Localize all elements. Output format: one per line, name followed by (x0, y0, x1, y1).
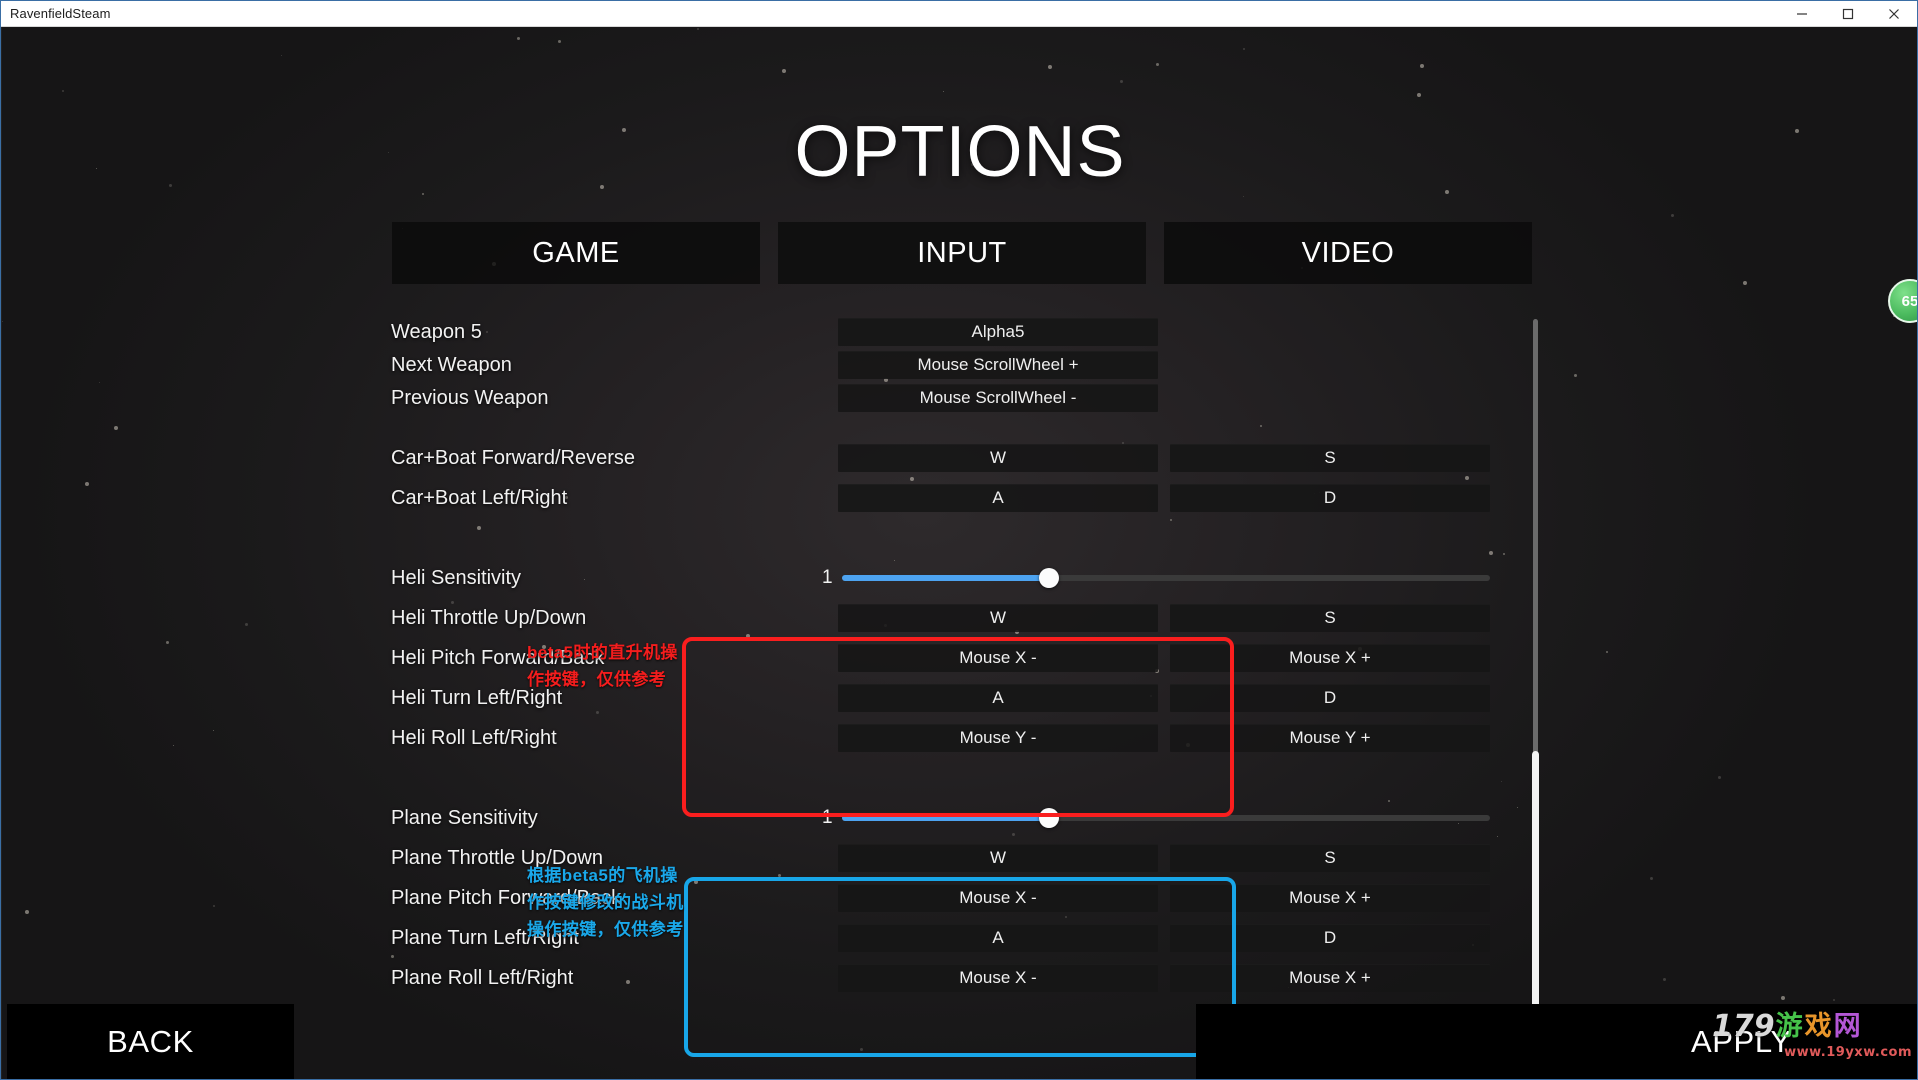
option-row: Plane Sensitivity 1 (2, 803, 1917, 833)
option-label: Heli Sensitivity (391, 567, 522, 589)
option-row: Plane Throttle Up/Down W S (2, 843, 1917, 873)
dust-speck (1243, 48, 1245, 50)
key-binding-secondary[interactable]: S (1170, 444, 1490, 472)
option-row: Heli Throttle Up/Down W S (2, 603, 1917, 633)
key-binding-primary[interactable]: A (838, 484, 1158, 512)
plane-annotation-text: 根据beta5的飞机操 作按键修改的战斗机 操作按键，仅供参考 (527, 866, 684, 939)
dust-speck (281, 55, 282, 56)
option-row: Heli Sensitivity 1 (2, 563, 1917, 593)
tab-label: GAME (532, 236, 620, 269)
key-binding-secondary[interactable]: S (1170, 844, 1490, 872)
key-binding-primary[interactable]: A (838, 684, 1158, 712)
dust-speck (62, 90, 64, 92)
key-binding-secondary[interactable]: D (1170, 484, 1490, 512)
option-label: Car+Boat Left/Right (391, 487, 568, 509)
option-label: Previous Weapon (391, 387, 549, 409)
tab-video[interactable]: VIDEO (1164, 222, 1532, 284)
slider-fill (842, 575, 1050, 581)
key-binding-secondary[interactable]: S (1170, 604, 1490, 632)
option-label: Next Weapon (391, 354, 512, 376)
window-title: RavenfieldSteam (10, 6, 111, 21)
dust-speck (1743, 281, 1747, 285)
option-label: Heli Throttle Up/Down (391, 607, 587, 629)
dust-speck (1120, 80, 1123, 83)
title-bar: RavenfieldSteam (1, 1, 1917, 27)
key-binding-primary[interactable]: Mouse X - (838, 964, 1158, 992)
tab-label: INPUT (917, 236, 1007, 269)
option-row: Plane Roll Left/Right Mouse X - Mouse X + (2, 963, 1917, 993)
option-row: Heli Roll Left/Right Mouse Y - Mouse Y + (2, 723, 1917, 753)
option-label: Car+Boat Forward/Reverse (391, 447, 635, 469)
key-binding-primary[interactable]: W (838, 604, 1158, 632)
key-binding-secondary[interactable]: Mouse X + (1170, 884, 1490, 912)
key-binding-secondary[interactable]: Mouse X + (1170, 644, 1490, 672)
minimize-icon[interactable] (1779, 1, 1825, 26)
maximize-icon[interactable] (1825, 1, 1871, 26)
key-binding-primary[interactable]: Alpha5 (838, 318, 1158, 346)
option-label: Weapon 5 (391, 321, 482, 343)
dust-speck (1671, 214, 1674, 217)
options-tab-bar: GAME INPUT VIDEO (392, 222, 1532, 284)
slider-knob[interactable] (1039, 568, 1060, 588)
application-window: RavenfieldSteam OPTIONS GAME INPUT VIDEO W… (0, 0, 1918, 1080)
dust-speck (517, 37, 520, 40)
dust-speck (422, 193, 424, 195)
dust-speck (697, 28, 699, 30)
key-binding-primary[interactable]: Mouse X - (838, 644, 1158, 672)
key-binding-primary[interactable]: Mouse ScrollWheel - (838, 384, 1158, 412)
game-viewport: OPTIONS GAME INPUT VIDEO Weapon 5 Alpha5 Nex… (2, 27, 1918, 1079)
dust-speck (558, 40, 561, 43)
tab-label: VIDEO (1301, 236, 1395, 269)
back-button-label: BACK (107, 1024, 194, 1059)
tab-game[interactable]: GAME (392, 222, 760, 284)
green-badge-value: 65 (1901, 292, 1918, 310)
option-row: Weapon 5 Alpha5 (2, 317, 1917, 347)
key-binding-primary[interactable]: Mouse Y - (838, 724, 1158, 752)
option-row: Heli Turn Left/Right A D (2, 683, 1917, 713)
sensitivity-slider[interactable] (842, 808, 1490, 828)
key-binding-secondary[interactable]: D (1170, 684, 1490, 712)
key-binding-primary[interactable]: W (838, 844, 1158, 872)
option-label: Heli Roll Left/Right (391, 727, 557, 749)
option-row: Plane Pitch Forward/Back Mouse X - Mouse X… (2, 883, 1917, 913)
key-binding-secondary[interactable]: Mouse Y + (1170, 724, 1490, 752)
option-row: Plane Turn Left/Right A D (2, 923, 1917, 953)
key-binding-secondary[interactable]: Mouse X + (1170, 964, 1490, 992)
slider-fill (842, 815, 1050, 821)
option-label: Plane Roll Left/Right (391, 967, 574, 989)
option-row: Car+Boat Forward/Reverse W S (2, 443, 1917, 473)
input-options-list: Weapon 5 Alpha5 Next Weapon Mouse ScrollWhe… (2, 317, 1917, 1062)
key-binding-primary[interactable]: A (838, 924, 1158, 952)
tab-input[interactable]: INPUT (778, 222, 1146, 284)
key-binding-primary[interactable]: W (838, 444, 1158, 472)
dust-speck (782, 69, 786, 73)
back-button[interactable]: BACK (7, 1004, 294, 1079)
dust-speck (943, 91, 944, 92)
page-title: OPTIONS (794, 112, 1126, 192)
slider-knob[interactable] (1039, 808, 1060, 828)
slider-value: 1 (822, 567, 833, 588)
dust-speck (1243, 196, 1244, 197)
sensitivity-slider[interactable] (842, 568, 1490, 588)
key-binding-primary[interactable]: Mouse X - (838, 884, 1158, 912)
close-icon[interactable] (1871, 1, 1917, 26)
options-scrollbar[interactable] (1532, 319, 1539, 1079)
heli-annotation-text: beta5时的直升机操 作按键，仅供参考 (527, 643, 678, 689)
option-label: Plane Sensitivity (391, 807, 538, 829)
scrollbar-track[interactable] (1533, 319, 1538, 759)
key-binding-secondary[interactable]: D (1170, 924, 1490, 952)
dust-speck (1420, 64, 1424, 68)
option-row: Previous Weapon Mouse ScrollWheel - (2, 383, 1917, 413)
key-binding-primary[interactable]: Mouse ScrollWheel + (838, 351, 1158, 379)
apply-button[interactable]: APPLY (1196, 1004, 1917, 1079)
option-row: Heli Pitch Forward/Back Mouse X - Mouse X … (2, 643, 1917, 673)
dust-speck (1417, 93, 1421, 97)
dust-speck (1156, 63, 1159, 66)
apply-button-label: APPLY (1691, 1024, 1792, 1059)
option-row: Car+Boat Left/Right A D (2, 483, 1917, 513)
option-row: Next Weapon Mouse ScrollWheel + (2, 350, 1917, 380)
dust-speck (1048, 65, 1052, 69)
slider-value: 1 (822, 807, 833, 828)
